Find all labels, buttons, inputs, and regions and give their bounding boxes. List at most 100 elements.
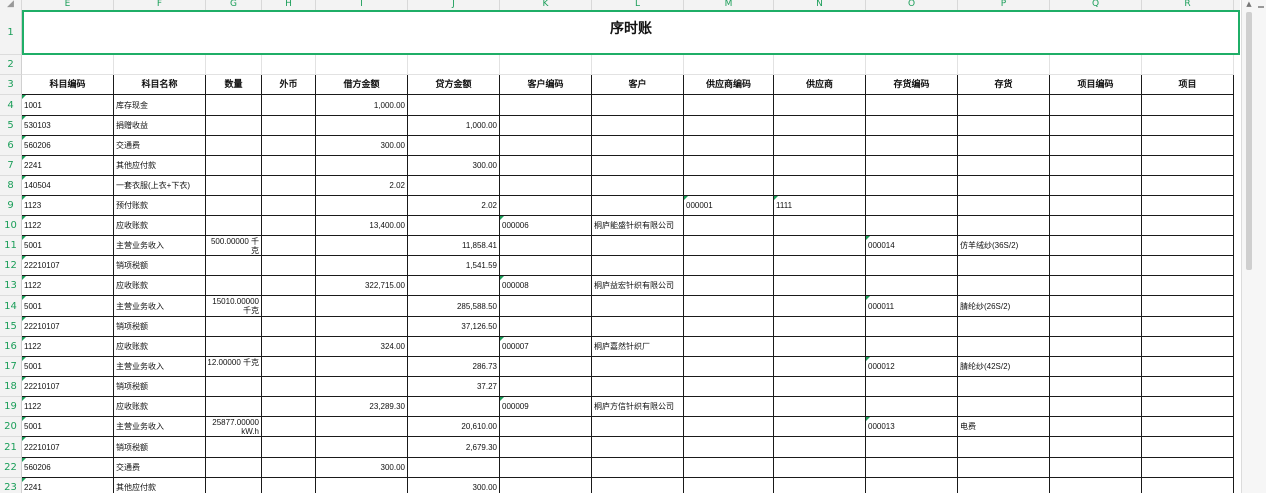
data-cell[interactable] [1050,337,1142,357]
row-header-2[interactable]: 2 [0,55,22,75]
data-cell[interactable] [866,196,958,216]
data-cell[interactable] [866,478,958,493]
data-cell[interactable] [206,116,262,136]
data-cell[interactable] [316,156,408,176]
data-cell[interactable] [500,296,592,317]
data-cell[interactable] [500,357,592,377]
empty-cell[interactable] [408,55,500,75]
row-header-8[interactable]: 8 [0,176,22,196]
data-cell[interactable] [774,176,866,196]
data-cell[interactable] [316,236,408,256]
data-cell[interactable] [958,377,1050,397]
empty-cell[interactable] [866,55,958,75]
data-cell[interactable] [684,317,774,337]
data-cell[interactable]: 主营业务收入 [114,236,206,256]
empty-cell[interactable] [958,55,1050,75]
data-cell[interactable]: 12.00000 千克 [206,357,262,377]
data-cell[interactable]: 库存现金 [114,95,206,116]
row-header-23[interactable]: 23 [0,478,22,493]
empty-cell[interactable] [1050,55,1142,75]
data-cell[interactable] [1142,296,1234,317]
data-cell[interactable] [500,176,592,196]
column-header-m[interactable]: M [684,0,774,10]
row-header-9[interactable]: 9 [0,196,22,216]
data-cell[interactable] [1050,417,1142,437]
data-cell[interactable]: 20,610.00 [408,417,500,437]
data-cell[interactable]: 1122 [22,216,114,236]
data-cell[interactable]: 2241 [22,156,114,176]
data-cell[interactable] [1050,458,1142,478]
data-cell[interactable] [262,357,316,377]
data-cell[interactable] [1050,276,1142,296]
data-cell[interactable] [1142,216,1234,236]
data-cell[interactable] [206,276,262,296]
data-cell[interactable] [262,216,316,236]
data-cell[interactable] [1050,478,1142,493]
data-cell[interactable]: 530103 [22,116,114,136]
data-cell[interactable] [774,317,866,337]
empty-cell[interactable] [592,55,684,75]
empty-cell[interactable] [114,55,206,75]
header-cell[interactable]: 存货 [958,75,1050,95]
data-cell[interactable] [1142,276,1234,296]
data-cell[interactable] [866,156,958,176]
header-cell[interactable]: 外币 [262,75,316,95]
data-cell[interactable] [1142,397,1234,417]
data-cell[interactable]: 5001 [22,357,114,377]
data-cell[interactable] [262,256,316,276]
data-cell[interactable] [866,317,958,337]
row-header-13[interactable]: 13 [0,276,22,296]
data-cell[interactable] [774,216,866,236]
data-cell[interactable] [408,136,500,156]
data-cell[interactable] [408,95,500,116]
row-header-20[interactable]: 20 [0,417,22,437]
data-cell[interactable] [262,156,316,176]
data-cell[interactable] [774,276,866,296]
data-cell[interactable] [684,437,774,458]
data-cell[interactable] [262,196,316,216]
data-cell[interactable] [592,136,684,156]
spreadsheet-grid[interactable]: E F G H I J K L M N O P Q R ◢ 1 2 3 4 5 6 7 8 9 10 11 12 13 14 15 16 1… [0,0,1240,493]
data-cell[interactable]: 5001 [22,296,114,317]
data-cell[interactable] [206,95,262,116]
data-cell[interactable] [958,478,1050,493]
data-cell[interactable]: 1,000.00 [408,116,500,136]
data-cell[interactable] [866,458,958,478]
data-cell[interactable]: 11,858.41 [408,236,500,256]
data-cell[interactable] [684,377,774,397]
data-cell[interactable]: 捐赠收益 [114,116,206,136]
data-cell[interactable]: 销项税额 [114,377,206,397]
data-cell[interactable] [592,95,684,116]
data-cell[interactable] [684,176,774,196]
data-cell[interactable] [316,478,408,493]
data-cell[interactable] [262,136,316,156]
column-header-o[interactable]: O [866,0,958,10]
data-cell[interactable]: 300.00 [408,156,500,176]
empty-cell[interactable] [262,55,316,75]
data-cell[interactable]: 预付账款 [114,196,206,216]
data-cell[interactable] [958,196,1050,216]
data-cell[interactable] [1050,176,1142,196]
data-cell[interactable] [316,256,408,276]
data-cell[interactable]: 000011 [866,296,958,317]
data-cell[interactable] [500,156,592,176]
data-cell[interactable] [866,216,958,236]
data-cell[interactable] [592,437,684,458]
header-cell[interactable]: 客户 [592,75,684,95]
data-cell[interactable] [316,377,408,397]
header-cell[interactable]: 数量 [206,75,262,95]
data-cell[interactable] [592,417,684,437]
data-cell[interactable] [316,357,408,377]
data-cell[interactable] [774,357,866,377]
data-cell[interactable] [592,317,684,337]
scroll-up-icon[interactable]: ▲ [1244,0,1254,10]
data-cell[interactable]: 销项税额 [114,317,206,337]
data-cell[interactable] [684,397,774,417]
header-cell[interactable]: 供应商 [774,75,866,95]
data-cell[interactable] [206,256,262,276]
data-cell[interactable] [684,337,774,357]
data-cell[interactable]: 000006 [500,216,592,236]
data-cell[interactable] [1050,317,1142,337]
data-cell[interactable] [592,377,684,397]
data-cell[interactable] [206,337,262,357]
